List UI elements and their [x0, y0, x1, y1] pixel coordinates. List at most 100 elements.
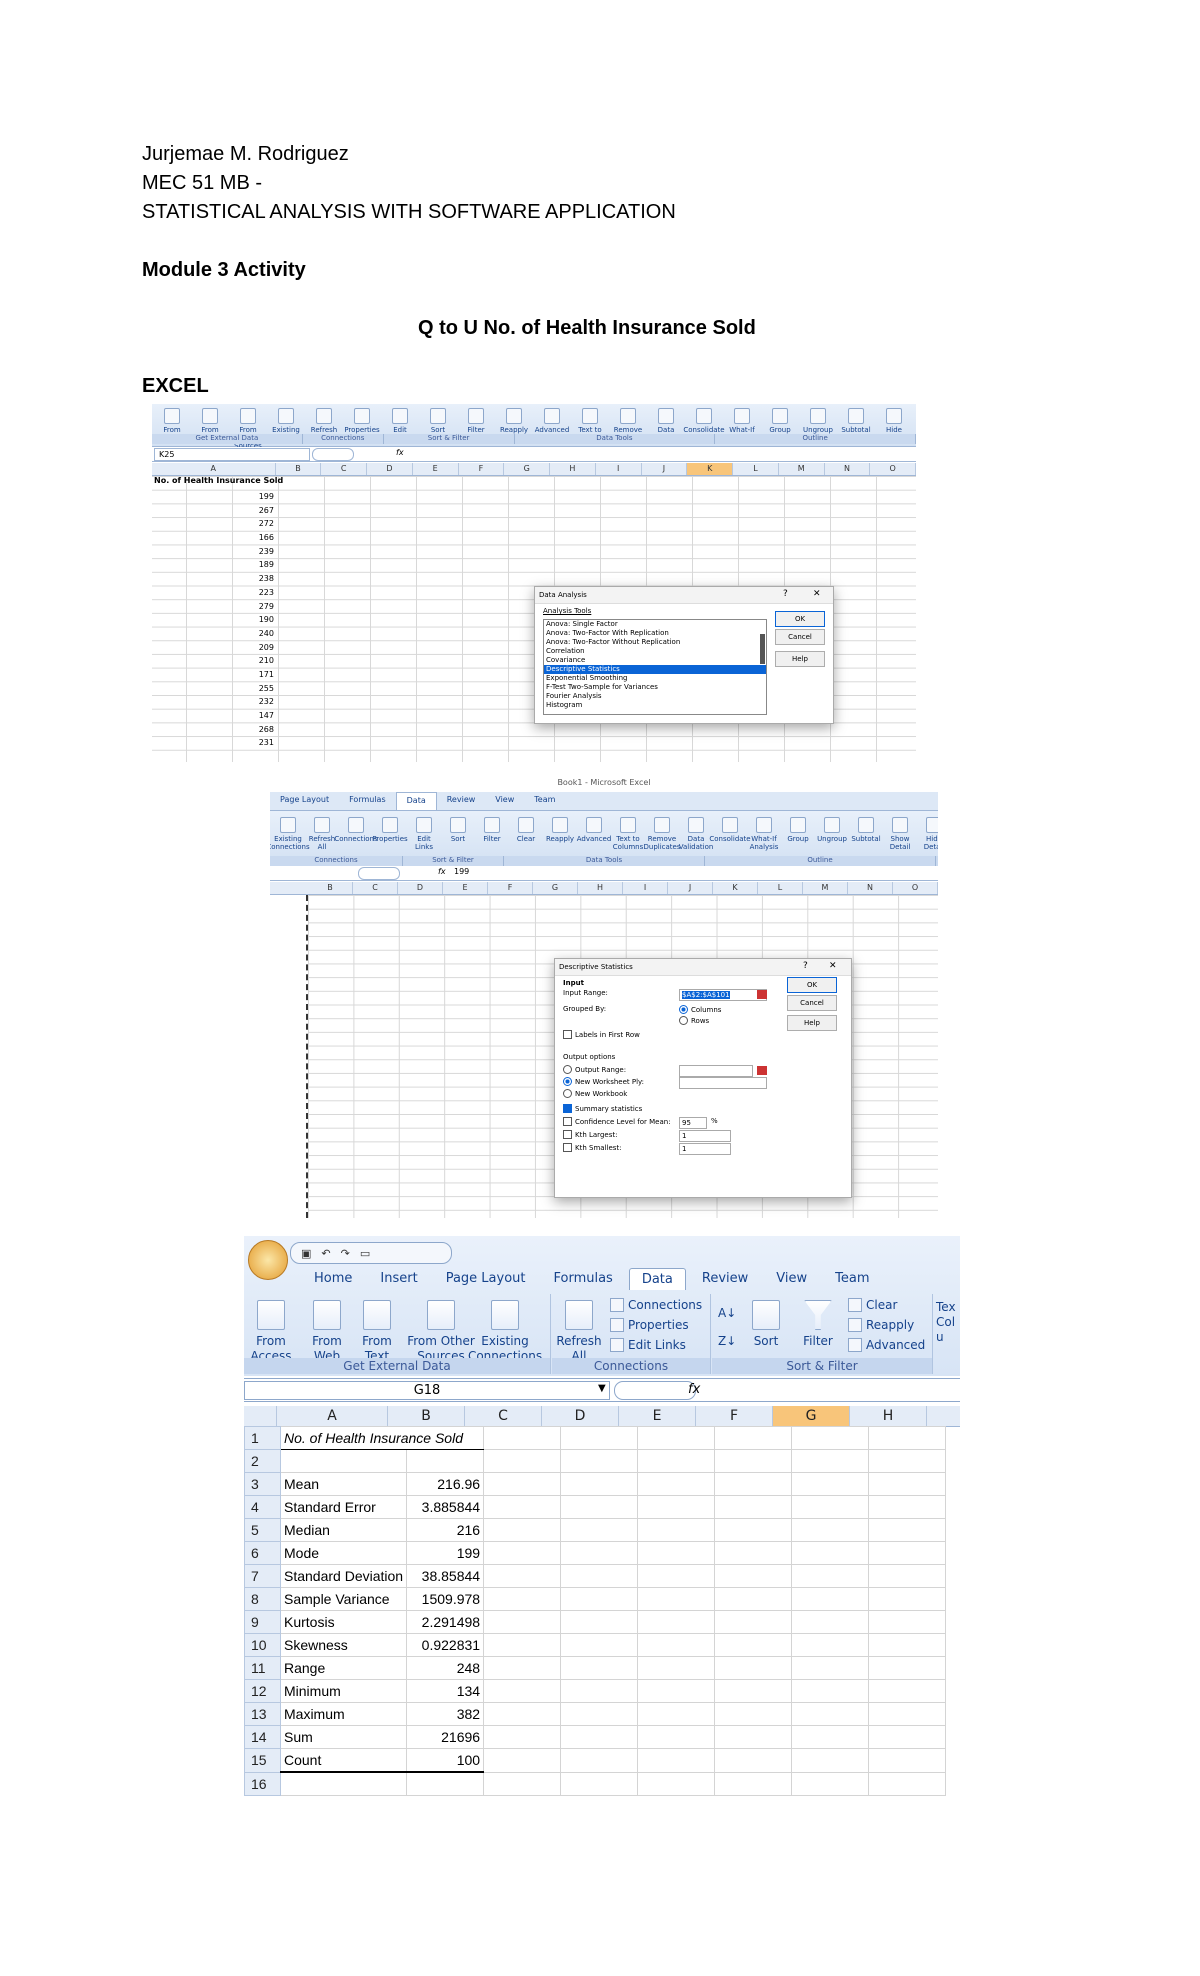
empty-cell[interactable] — [483, 1587, 562, 1611]
value-cell[interactable]: 210 — [212, 654, 282, 668]
empty-cell[interactable] — [868, 1587, 947, 1611]
empty-cell[interactable] — [868, 1679, 947, 1703]
column-header[interactable]: F — [488, 882, 533, 894]
tab-data[interactable]: Data — [628, 1268, 686, 1290]
ribbon-button[interactable]: Group — [784, 817, 812, 843]
empty-cell[interactable] — [714, 1449, 793, 1473]
column-header[interactable]: N — [848, 882, 893, 894]
empty-cell[interactable] — [868, 1564, 947, 1588]
row-header[interactable]: 1 — [244, 1426, 281, 1450]
cell-value[interactable]: 38.85844 — [406, 1564, 485, 1588]
empty-cell[interactable] — [714, 1656, 793, 1680]
ribbon-button[interactable]: Consolidate — [683, 408, 725, 434]
ribbon-button[interactable]: Filter — [478, 817, 506, 843]
analysis-tool-item[interactable]: Correlation — [544, 647, 766, 656]
rows-radio[interactable]: Rows — [679, 1016, 709, 1025]
empty-cell[interactable] — [791, 1610, 870, 1634]
empty-cell[interactable] — [791, 1771, 870, 1796]
value-cell[interactable]: 223 — [212, 586, 282, 600]
column-header[interactable]: E — [443, 882, 488, 894]
empty-cell[interactable] — [560, 1518, 639, 1542]
kth-largest-field[interactable]: 1 — [679, 1130, 731, 1142]
column-header[interactable]: O — [870, 463, 916, 475]
ribbon-button[interactable]: What-If Analysis — [750, 817, 778, 851]
cancel-button[interactable]: Cancel — [787, 995, 837, 1011]
connections-item[interactable]: Properties — [610, 1318, 689, 1332]
empty-cell[interactable] — [560, 1472, 639, 1496]
text-to-columns-partial[interactable]: Tex Colu — [936, 1300, 960, 1345]
empty-cell[interactable] — [637, 1656, 716, 1680]
column-header[interactable]: A — [152, 463, 276, 475]
empty-cell[interactable] — [560, 1702, 639, 1726]
empty-cell[interactable] — [714, 1702, 793, 1726]
range-picker-icon[interactable] — [757, 1066, 767, 1075]
empty-cell[interactable] — [868, 1495, 947, 1519]
cell-value[interactable]: 3.885844 — [406, 1495, 485, 1519]
empty-cell[interactable] — [791, 1679, 870, 1703]
empty-cell[interactable] — [637, 1518, 716, 1542]
empty-cell[interactable] — [791, 1541, 870, 1565]
empty-cell[interactable] — [560, 1748, 639, 1773]
value-cell[interactable]: 255 — [212, 682, 282, 696]
ribbon-button[interactable]: Filter — [460, 408, 492, 434]
column-header[interactable]: G — [533, 882, 578, 894]
help-icon[interactable]: ? — [783, 589, 788, 599]
value-cell[interactable]: 231 — [212, 736, 282, 750]
empty-cell[interactable] — [714, 1748, 793, 1773]
analysis-tool-item[interactable]: Anova: Single Factor — [544, 620, 766, 629]
cell-value[interactable] — [406, 1449, 485, 1473]
column-header[interactable]: A — [277, 1406, 388, 1426]
cell-label[interactable]: Standard Error — [279, 1495, 408, 1519]
value-cell[interactable]: 279 — [212, 600, 282, 614]
empty-cell[interactable] — [483, 1564, 562, 1588]
analysis-tool-item[interactable]: Descriptive Statistics — [544, 665, 766, 674]
empty-cell[interactable] — [483, 1748, 562, 1773]
row-header[interactable]: 8 — [244, 1587, 281, 1611]
empty-cell[interactable] — [714, 1633, 793, 1657]
empty-cell[interactable] — [483, 1426, 562, 1450]
ribbon-button[interactable]: Data Validation — [679, 817, 713, 851]
cell-label[interactable] — [279, 1449, 408, 1473]
analysis-tool-item[interactable]: Histogram — [544, 701, 766, 710]
ok-button[interactable]: OK — [775, 611, 825, 627]
analysis-tool-item[interactable]: Anova: Two-Factor Without Replication — [544, 638, 766, 647]
analysis-tool-item[interactable]: Anova: Two-Factor With Replication — [544, 629, 766, 638]
empty-cell[interactable] — [714, 1679, 793, 1703]
value-cell[interactable]: 238 — [212, 572, 282, 586]
empty-cell[interactable] — [714, 1426, 793, 1450]
save-icon[interactable]: ▣ — [301, 1247, 311, 1260]
ribbon-button[interactable]: Ungroup — [802, 408, 834, 434]
column-header[interactable]: H — [850, 1406, 927, 1426]
cell-label[interactable]: Range — [279, 1656, 408, 1680]
empty-cell[interactable] — [791, 1702, 870, 1726]
close-icon[interactable]: ✕ — [813, 589, 821, 599]
cancel-button[interactable]: Cancel — [775, 629, 825, 645]
value-cell[interactable]: 272 — [212, 517, 282, 531]
empty-cell[interactable] — [637, 1564, 716, 1588]
chevron-down-icon[interactable]: ▼ — [598, 1383, 606, 1394]
cell-value[interactable]: 100 — [406, 1748, 485, 1773]
column-header[interactable]: C — [321, 463, 368, 475]
column-header[interactable]: F — [459, 463, 505, 475]
cell-value[interactable]: 1509.978 — [406, 1587, 485, 1611]
ribbon-button[interactable]: Subtotal — [840, 408, 872, 434]
labels-first-row-checkbox[interactable]: Labels in First Row — [563, 1030, 640, 1039]
empty-cell[interactable] — [714, 1610, 793, 1634]
ribbon-button[interactable]: Refresh All — [308, 817, 336, 851]
columns-radio[interactable]: Columns — [679, 1005, 721, 1014]
empty-cell[interactable] — [560, 1541, 639, 1565]
new-worksheet-radio[interactable]: New Worksheet Ply: — [563, 1077, 644, 1086]
analysis-tools-list[interactable]: Anova: Single Factor Anova: Two-Factor Wi… — [543, 619, 767, 715]
ribbon-button[interactable]: Edit Links — [410, 817, 438, 851]
cell-value[interactable]: 134 — [406, 1679, 485, 1703]
empty-cell[interactable] — [637, 1541, 716, 1565]
tab-team[interactable]: Team — [524, 792, 565, 810]
undo-icon[interactable]: ↶ — [321, 1247, 330, 1260]
empty-cell[interactable] — [483, 1495, 562, 1519]
help-button[interactable]: Help — [775, 651, 825, 667]
sort-descending-button[interactable]: Z↓ — [718, 1334, 736, 1348]
cell-value[interactable]: 21696 — [406, 1725, 485, 1749]
row-header[interactable]: 5 — [244, 1518, 281, 1542]
empty-cell[interactable] — [637, 1748, 716, 1773]
filter-button[interactable]: Filter — [798, 1300, 838, 1349]
